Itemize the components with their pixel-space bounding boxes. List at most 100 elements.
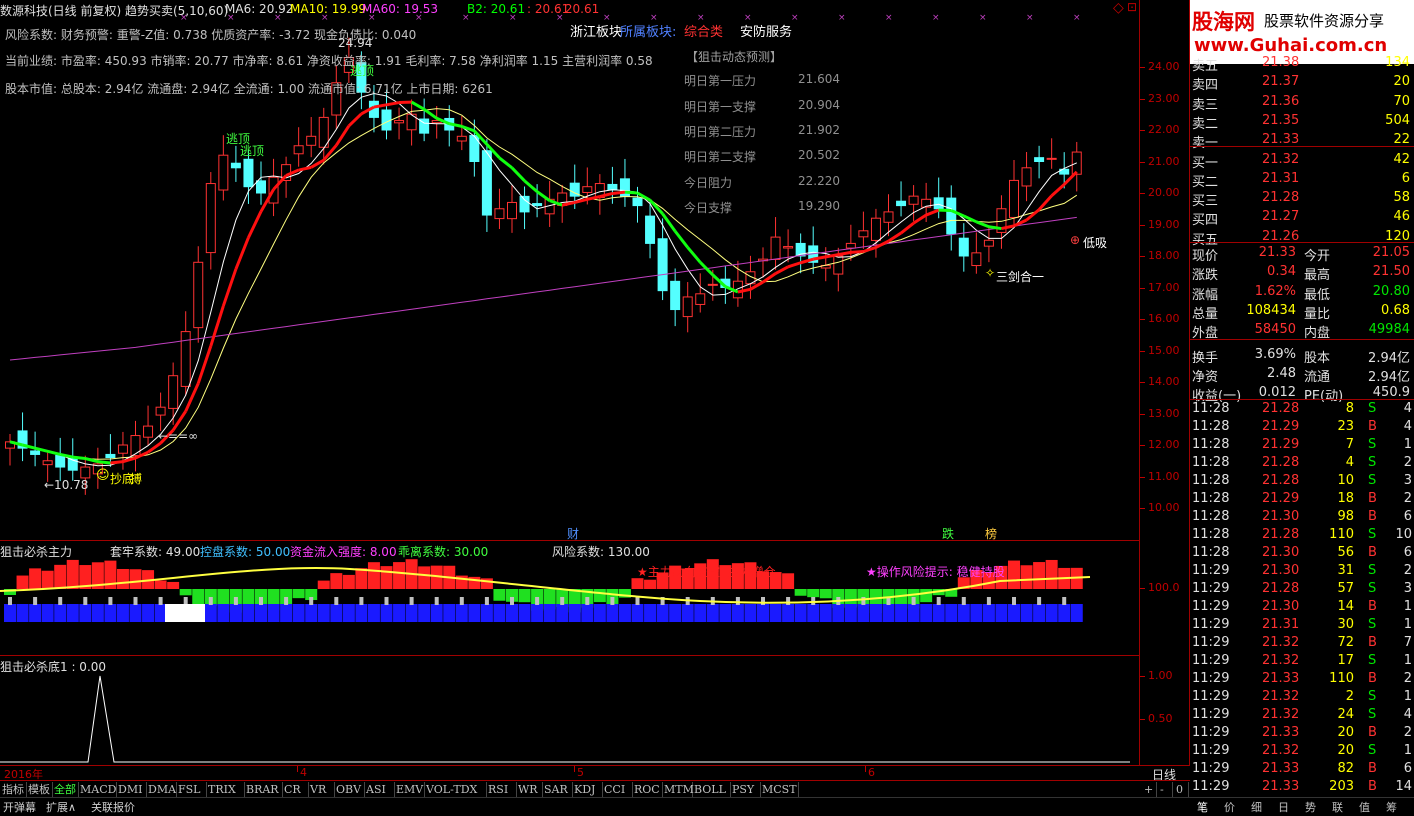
- trade-tick-row: 11:2821.2918B2: [1190, 490, 1414, 508]
- indicator-panel-main-force[interactable]: 狙击必杀主力 套牢系数: 49.00 控盘系数: 50.00 资金流入强度: 8…: [0, 540, 1140, 655]
- sector-composite[interactable]: 综合类: [684, 21, 723, 40]
- quote-value: 20.80: [1373, 284, 1410, 299]
- indicator-tab[interactable]: WR: [516, 782, 543, 797]
- tick-time: 11:29: [1192, 761, 1229, 776]
- related-quote-button[interactable]: 关联报价: [91, 799, 135, 815]
- panel-tab[interactable]: 联: [1332, 799, 1343, 815]
- ring-mark: ←==∞: [158, 429, 198, 443]
- sector-security[interactable]: 安防服务: [740, 21, 792, 40]
- indicator-tab[interactable]: CR: [282, 782, 309, 797]
- tick-count: 4: [1404, 401, 1412, 416]
- trade-tick-row: 11:2821.297S1: [1190, 436, 1414, 454]
- smile-icon: ☺: [96, 468, 110, 483]
- close-icon[interactable]: ⊡: [1127, 0, 1137, 14]
- indicator-tab[interactable]: 模板: [26, 782, 53, 797]
- tab-control[interactable]: -: [1158, 782, 1173, 797]
- tick-count: 3: [1404, 473, 1412, 488]
- indicator-tab[interactable]: MACD: [78, 782, 117, 797]
- indicator-tab[interactable]: BRAR: [244, 782, 283, 797]
- book-label: 买四: [1192, 209, 1218, 228]
- svg-text:×: ×: [1026, 13, 1034, 23]
- tick-volume: 18: [1337, 491, 1354, 506]
- indicator-tab[interactable]: ROC: [632, 782, 663, 797]
- indicator-tab[interactable]: RSI: [486, 782, 517, 797]
- tick-price: 21.29: [1262, 419, 1299, 434]
- book-price: 21.32: [1262, 152, 1299, 167]
- panel-tab[interactable]: 值: [1359, 799, 1370, 815]
- indicator-tab[interactable]: SAR: [542, 782, 573, 797]
- book-price: 21.38: [1262, 55, 1299, 70]
- indicator-tab[interactable]: VR: [308, 782, 335, 797]
- panel-tab[interactable]: 日: [1278, 799, 1289, 815]
- indicator-panel-bottom[interactable]: 狙击必杀底1 : 0.00: [0, 655, 1140, 765]
- tick-side: S: [1368, 527, 1376, 542]
- sector-zhejiang[interactable]: 浙江板块: [570, 21, 622, 40]
- tick-time: 11:28: [1192, 455, 1229, 470]
- tick-price: 21.28: [1262, 455, 1299, 470]
- low-suck-label: 低吸: [1083, 234, 1107, 251]
- indicator-tab[interactable]: PSY: [730, 782, 761, 797]
- panel-tab[interactable]: 笔: [1197, 799, 1208, 815]
- panel-tab[interactable]: 势: [1305, 799, 1316, 815]
- indicator1-param: 乖离系数: 30.00: [398, 543, 488, 560]
- indicator-tab[interactable]: 指标: [0, 782, 27, 797]
- book-volume: 42: [1393, 152, 1410, 167]
- tick-price: 21.28: [1262, 473, 1299, 488]
- sword-icon: ✧: [985, 266, 995, 280]
- quote-value: 2.94亿: [1368, 347, 1410, 366]
- book-label: 卖一: [1192, 132, 1218, 151]
- ind2-axis-label: 1.00: [1148, 669, 1173, 682]
- trade-tick-row: 11:2921.3272B7: [1190, 634, 1414, 652]
- price-tick: 11.00: [1148, 470, 1180, 483]
- indicator-tab[interactable]: MCST: [760, 782, 799, 797]
- quote-label: 量比: [1304, 303, 1330, 322]
- tick-count: 2: [1404, 671, 1412, 686]
- quote-label: 最高: [1304, 264, 1330, 283]
- tick-volume: 98: [1337, 509, 1354, 524]
- book-price: 21.31: [1262, 171, 1299, 186]
- panel-tab[interactable]: 筹: [1386, 799, 1397, 815]
- indicator-tab[interactable]: TRIX: [206, 782, 245, 797]
- tick-time: 11:29: [1192, 725, 1229, 740]
- tick-time: 11:28: [1192, 401, 1229, 416]
- tick-side: S: [1368, 455, 1376, 470]
- diamond-icon[interactable]: ◇: [1113, 0, 1124, 16]
- price-axis: 24.0023.0022.0021.0020.0019.0018.0017.00…: [1140, 0, 1190, 765]
- indicator-tab[interactable]: KDJ: [572, 782, 603, 797]
- indicator-tab[interactable]: VOL-TDX: [424, 782, 487, 797]
- svg-text:×: ×: [1073, 13, 1081, 23]
- tab-control[interactable]: 0: [1174, 782, 1189, 797]
- tick-time: 11:29: [1192, 707, 1229, 722]
- tick-price: 21.32: [1262, 635, 1299, 650]
- quote-label: 净资: [1192, 366, 1218, 385]
- tab-control[interactable]: +: [1142, 782, 1157, 797]
- indicator-tab[interactable]: EMV: [394, 782, 425, 797]
- trade-tick-row: 11:2821.28110S10: [1190, 526, 1414, 544]
- indicator-tab[interactable]: ASI: [364, 782, 395, 797]
- expand-button[interactable]: 扩展∧: [46, 799, 76, 815]
- panel-tab[interactable]: 细: [1251, 799, 1262, 815]
- tick-side: S: [1368, 401, 1376, 416]
- tick-price: 21.33: [1262, 725, 1299, 740]
- forecast-label: 明日第二压力: [684, 123, 756, 140]
- tick-volume: 82: [1337, 761, 1354, 776]
- tick-side: S: [1368, 473, 1376, 488]
- indicator-tab[interactable]: DMA: [146, 782, 177, 797]
- order-book-row: 卖五21.38134: [1190, 54, 1414, 73]
- book-volume: 58: [1393, 190, 1410, 205]
- indicator-tab[interactable]: BOLL: [692, 782, 731, 797]
- price-tick: 17.00: [1148, 281, 1180, 294]
- indicator-tab[interactable]: MTM: [662, 782, 693, 797]
- kline-chart[interactable]: ×××××××××××××××××××× 数源科技(日线 前复权) 趋势买卖(5…: [0, 0, 1140, 540]
- panel-tab[interactable]: 价: [1224, 799, 1235, 815]
- danmaku-button[interactable]: 开弹幕: [3, 799, 36, 815]
- tick-price: 21.30: [1262, 599, 1299, 614]
- indicator-tab[interactable]: FSL: [176, 782, 207, 797]
- indicator-tab[interactable]: CCI: [602, 782, 633, 797]
- trade-tick-row: 11:2921.33203B14: [1190, 778, 1414, 796]
- book-label: 卖三: [1192, 94, 1218, 113]
- order-book-row: 卖四21.3720: [1190, 73, 1414, 92]
- indicator-tab[interactable]: OBV: [334, 782, 365, 797]
- indicator-tab[interactable]: 全部: [52, 782, 79, 797]
- indicator-tab[interactable]: DMI: [116, 782, 147, 797]
